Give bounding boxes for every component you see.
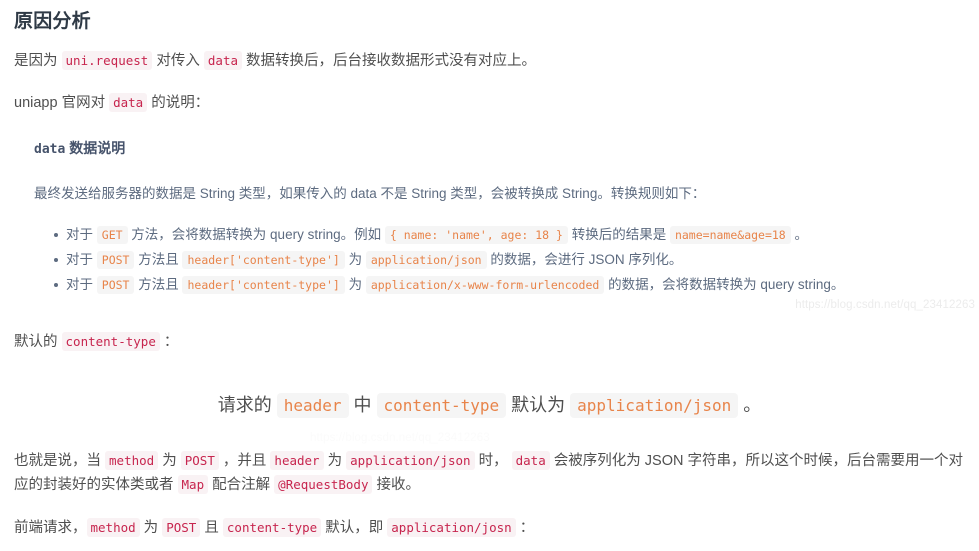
inline-code-content-type: content-type [222,518,322,537]
inline-code-application-json: application/json [570,393,739,418]
inline-code-header: header [270,451,324,470]
inline-code-data: data [511,451,550,470]
text-segment: ： [159,334,179,350]
inline-code-get: GET [96,226,128,244]
inline-code-content-type: content-type [61,332,160,351]
inline-code-data: data [34,142,66,157]
inline-code-post: POST [96,251,135,269]
inline-code-post: POST [96,276,135,294]
page-title: 原因分析 [14,11,91,32]
text-segment: 为 [344,277,366,292]
text-segment: 也就是说，当 [14,453,106,469]
text-segment: 对传入 [152,53,204,69]
inline-code-application-json: application/json [365,251,487,269]
text-segment: 为 [323,453,347,469]
text-segment: 的数据，会将数据转换为 query string。 [604,277,845,292]
inline-code-application-json: application/json [346,451,475,470]
inline-code-map: Map [177,475,209,494]
inline-code-header-content-type: header['content-type'] [182,251,345,269]
inline-code-form-urlencoded: application/x-www-form-urlencoded [365,276,605,294]
text-segment: 数据转换后，后台接收数据形式没有对应上。 [242,53,537,69]
paragraph-serialization-explain: 也就是说，当 method 为 POST ，并且 header 为 applic… [0,421,979,497]
text-segment: 为 [344,252,366,267]
text-segment: 。 [790,227,808,242]
text-segment: 为 [158,453,181,469]
text-segment: 转换后的结果是 [567,227,670,242]
paragraph-frontend-request: 前端请求， method 为 POST 且 content-type 默认，即 a… [0,497,979,540]
text-segment: 默认，即 [321,520,388,536]
text-segment: 对于 [66,227,97,242]
text-segment: 前端请求， [14,520,87,536]
inline-code-content-type: content-type [376,393,507,418]
centered-emphasis-line: 请求的 header 中 content-type 默认为 applicatio… [0,354,979,421]
text-segment: 的数据，会进行 JSON 序列化。 [486,252,683,267]
inline-code-uni-request: uni.request [61,51,153,70]
text-segment: 为 [139,520,163,536]
text-segment: 对于 [66,277,97,292]
text-segment: 时， [474,453,512,469]
quote-title-label: 数据说明 [65,140,126,156]
text-segment: 中 [348,395,377,415]
text-segment: 方法且 [134,252,183,267]
text-segment: 请求的 [217,395,277,415]
text-segment: 方法，会将数据转换为 query string。例如 [127,227,385,242]
text-segment: 配合注解 [208,477,275,493]
quote-title: data 数据说明 [34,137,965,161]
paragraph-cause: 是因为 uni.request 对传入 data 数据转换后，后台接收数据形式没… [0,35,979,73]
inline-code-post: POST [162,518,201,537]
text-segment: 是因为 [14,53,62,69]
paragraph-uniapp-doc-intro: uniapp 官网对 data 的说明： [0,73,979,115]
inline-code-data: data [109,93,148,112]
inline-code-data: data [203,51,242,70]
text-segment: uniapp 官网对 [14,95,110,111]
inline-code-method: method [105,451,159,470]
paragraph-default-content-type: 默认的 content-type ： [0,298,979,354]
list-item: 对于 POST 方法且 header['content-type'] 为 app… [54,248,965,272]
quoted-documentation-block: data 数据说明 最终发送给服务器的数据是 String 类型，如果传入的 d… [0,115,979,297]
text-segment: 对于 [66,252,97,267]
quote-description: 最终发送给服务器的数据是 String 类型，如果传入的 data 不是 Str… [34,186,706,201]
inline-code-header: header [276,393,349,418]
inline-code-method: method [86,518,140,537]
conversion-rules-list: 对于 GET 方法，会将数据转换为 query string。例如 { name… [34,205,965,297]
article-body: 原因分析 是因为 uni.request 对传入 data 数据转换后，后台接收… [0,0,979,551]
inline-code-request-body: @RequestBody [274,475,373,494]
text-segment: 且 [200,520,223,536]
text-segment: 方法且 [134,277,183,292]
text-segment: 默认的 [14,334,62,350]
list-item: 对于 GET 方法，会将数据转换为 query string。例如 { name… [54,223,965,247]
inline-code-object-example: { name: 'name', age: 18 } [384,226,568,244]
inline-code-application-josn: application/josn [387,518,516,537]
text-segment: 默认为 [506,395,571,415]
inline-code-query-string-result: name=name&age=18 [669,226,791,244]
list-item: 对于 POST 方法且 header['content-type'] 为 app… [54,273,965,297]
text-segment: 的说明： [147,95,210,111]
text-segment: 。 [738,395,762,415]
text-segment: ： [515,520,535,536]
inline-code-header-content-type: header['content-type'] [182,276,345,294]
inline-code-post: POST [180,451,219,470]
text-segment: ，并且 [218,453,271,469]
text-segment: 接收。 [372,477,421,493]
